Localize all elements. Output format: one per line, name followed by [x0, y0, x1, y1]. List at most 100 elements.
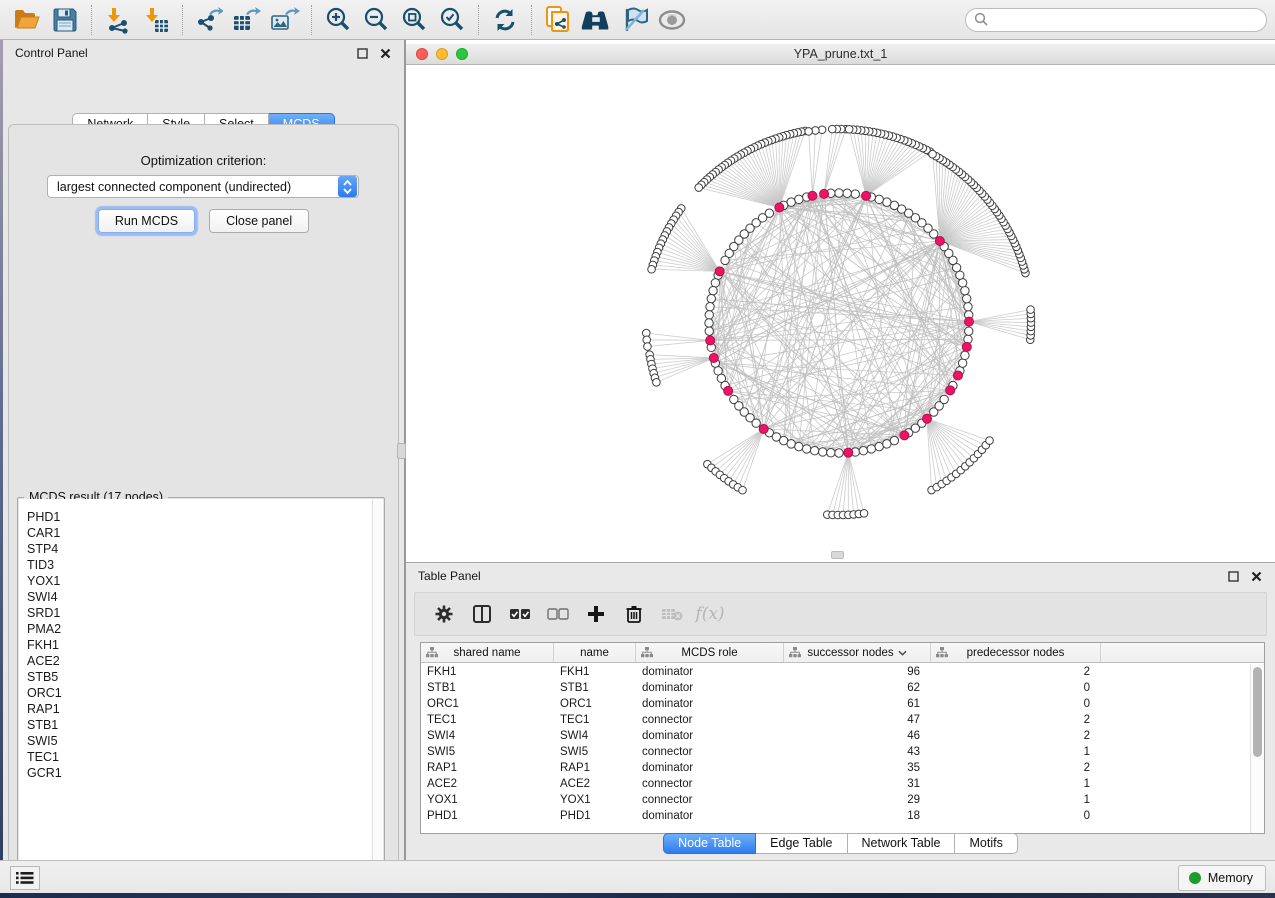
task-history-button[interactable] — [10, 866, 40, 890]
table-row[interactable]: TEC1TEC1connector472 — [421, 712, 1250, 728]
table-row[interactable]: ORC1ORC1dominator610 — [421, 696, 1250, 712]
column-header-successor-nodes[interactable]: successor nodes — [784, 643, 931, 662]
horizontal-splitter-handle[interactable] — [831, 551, 844, 559]
mcds-result-item[interactable]: FKH1 — [27, 637, 383, 653]
mcds-result-item[interactable]: ORC1 — [27, 685, 383, 701]
mcds-result-item[interactable]: SRD1 — [27, 605, 383, 621]
table-cell[interactable]: PHD1 — [421, 808, 554, 824]
table-cell[interactable]: 2 — [931, 712, 1101, 728]
deselect-all-icon[interactable] — [543, 600, 573, 628]
run-mcds-button[interactable]: Run MCDS — [98, 209, 195, 233]
table-cell[interactable]: 0 — [931, 808, 1101, 824]
mcds-result-list[interactable]: PHD1CAR1STP4TID3YOX1SWI4SRD1PMA2FKH1ACE2… — [19, 499, 383, 875]
select-all-icon[interactable] — [505, 600, 535, 628]
table-cell[interactable]: 96 — [784, 664, 931, 680]
open-session-icon[interactable] — [10, 3, 44, 37]
table-cell[interactable]: TEC1 — [554, 712, 636, 728]
import-network-icon[interactable] — [101, 3, 135, 37]
table-cell[interactable]: SWI4 — [554, 728, 636, 744]
table-cell[interactable]: ORC1 — [421, 696, 554, 712]
table-row[interactable]: ACE2ACE2connector311 — [421, 776, 1250, 792]
table-cell[interactable]: PHD1 — [554, 808, 636, 824]
add-column-icon[interactable] — [581, 600, 611, 628]
table-cell[interactable]: YOX1 — [554, 792, 636, 808]
table-cell[interactable]: 2 — [931, 728, 1101, 744]
table-cell[interactable]: SWI4 — [421, 728, 554, 744]
table-cell[interactable]: dominator — [636, 664, 784, 680]
table-cell[interactable]: 1 — [931, 744, 1101, 760]
mcds-result-item[interactable]: SWI5 — [27, 733, 383, 749]
table-cell[interactable]: connector — [636, 712, 784, 728]
table-row[interactable]: SWI5SWI5connector431 — [421, 744, 1250, 760]
table-cell[interactable]: dominator — [636, 728, 784, 744]
delete-column-icon[interactable] — [619, 600, 649, 628]
table-row[interactable]: YOX1YOX1connector291 — [421, 792, 1250, 808]
memory-button[interactable]: Memory — [1178, 865, 1266, 891]
table-cell[interactable]: 35 — [784, 760, 931, 776]
mcds-result-item[interactable]: PHD1 — [27, 509, 383, 525]
mcds-result-item[interactable]: RAP1 — [27, 701, 383, 717]
table-cell[interactable]: 62 — [784, 680, 931, 696]
column-header-shared-name[interactable]: shared name — [421, 643, 554, 662]
mcds-result-item[interactable]: CAR1 — [27, 525, 383, 541]
column-header-predecessor-nodes[interactable]: predecessor nodes — [931, 643, 1101, 662]
zoom-in-icon[interactable] — [321, 3, 355, 37]
mcds-result-item[interactable]: STP4 — [27, 541, 383, 557]
search-network-icon[interactable] — [579, 3, 613, 37]
close-panel-icon[interactable] — [1249, 569, 1263, 583]
gear-icon[interactable] — [429, 600, 459, 628]
tab-motifs[interactable]: Motifs — [955, 833, 1017, 854]
network-graph-canvas[interactable] — [406, 65, 1275, 562]
mcds-result-item[interactable]: ACE2 — [27, 653, 383, 669]
close-panel-button[interactable]: Close panel — [209, 209, 309, 233]
table-cell[interactable]: dominator — [636, 680, 784, 696]
tab-node-table[interactable]: Node Table — [663, 833, 756, 854]
import-table-icon[interactable] — [139, 3, 173, 37]
export-network-icon[interactable] — [192, 3, 226, 37]
column-header-MCDS-role[interactable]: MCDS role — [636, 643, 784, 662]
mcds-result-item[interactable]: SWI4 — [27, 589, 383, 605]
zoom-selected-icon[interactable] — [435, 3, 469, 37]
table-cell[interactable]: FKH1 — [554, 664, 636, 680]
table-cell[interactable]: dominator — [636, 696, 784, 712]
table-cell[interactable]: connector — [636, 792, 784, 808]
export-image-icon[interactable] — [268, 3, 302, 37]
table-cell[interactable]: 47 — [784, 712, 931, 728]
table-cell[interactable]: 0 — [931, 696, 1101, 712]
table-cell[interactable]: dominator — [636, 808, 784, 824]
table-row[interactable]: PHD1PHD1dominator180 — [421, 808, 1250, 824]
search-input[interactable] — [993, 13, 1266, 27]
table-cell[interactable]: connector — [636, 776, 784, 792]
split-columns-icon[interactable] — [467, 600, 497, 628]
table-scrollbar-thumb[interactable] — [1253, 667, 1262, 757]
zoom-fit-icon[interactable] — [397, 3, 431, 37]
table-row[interactable]: STB1STB1dominator620 — [421, 680, 1250, 696]
clone-network-icon[interactable] — [541, 3, 575, 37]
table-cell[interactable]: YOX1 — [421, 792, 554, 808]
hide-selected-icon[interactable] — [617, 3, 651, 37]
table-cell[interactable]: ACE2 — [554, 776, 636, 792]
close-panel-icon[interactable] — [378, 46, 392, 60]
table-cell[interactable]: 1 — [931, 776, 1101, 792]
network-window-titlebar[interactable]: YPA_prune.txt_1 — [406, 44, 1275, 65]
vertical-splitter-handle[interactable] — [397, 443, 406, 459]
mcds-result-item[interactable]: GCR1 — [27, 765, 383, 781]
float-window-icon[interactable] — [355, 46, 369, 60]
table-cell[interactable]: 46 — [784, 728, 931, 744]
table-cell[interactable]: 2 — [931, 760, 1101, 776]
mcds-result-item[interactable]: YOX1 — [27, 573, 383, 589]
table-cell[interactable]: 1 — [931, 792, 1101, 808]
table-cell[interactable]: SWI5 — [554, 744, 636, 760]
table-cell[interactable]: SWI5 — [421, 744, 554, 760]
table-cell[interactable]: FKH1 — [421, 664, 554, 680]
table-row[interactable]: RAP1RAP1dominator352 — [421, 760, 1250, 776]
table-row[interactable]: SWI4SWI4dominator462 — [421, 728, 1250, 744]
table-cell[interactable]: dominator — [636, 760, 784, 776]
network-search-field[interactable] — [965, 8, 1267, 32]
zoom-out-icon[interactable] — [359, 3, 393, 37]
save-session-icon[interactable] — [48, 3, 82, 37]
table-cell[interactable]: ORC1 — [554, 696, 636, 712]
mcds-result-item[interactable]: TEC1 — [27, 749, 383, 765]
table-scrollbar[interactable] — [1250, 664, 1264, 833]
table-row[interactable]: FKH1FKH1dominator962 — [421, 664, 1250, 680]
